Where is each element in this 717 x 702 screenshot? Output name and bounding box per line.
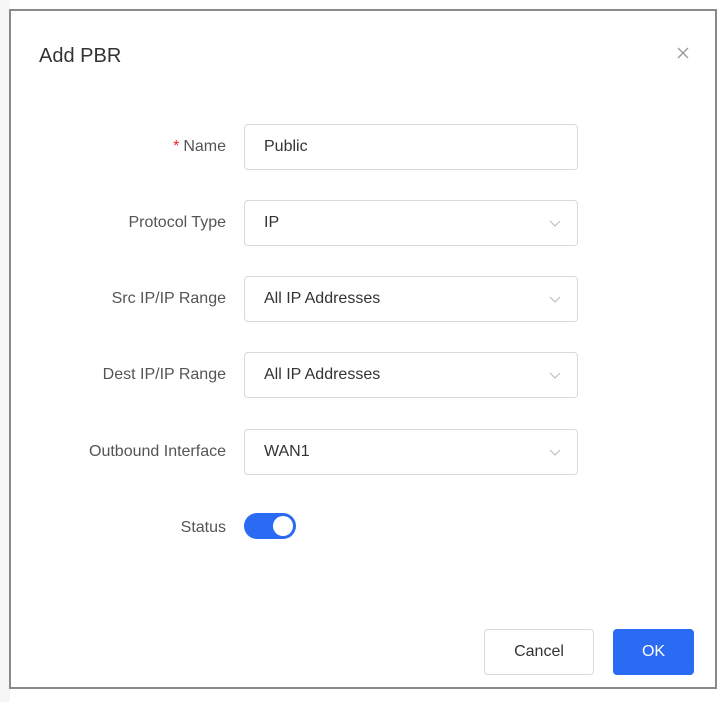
- form-row-protocol-type: Protocol Type IP: [11, 200, 715, 246]
- protocol-type-label: Protocol Type: [128, 214, 226, 231]
- form-row-dest-ip: Dest IP/IP Range All IP Addresses: [11, 352, 715, 398]
- name-label-text: Name: [183, 138, 226, 155]
- required-mark: *: [173, 138, 180, 155]
- add-pbr-dialog: Add PBR *Name Protocol Type IP Src IP/IP…: [9, 9, 717, 689]
- name-input[interactable]: [244, 124, 578, 170]
- ok-button[interactable]: OK: [613, 629, 694, 675]
- protocol-type-select[interactable]: IP: [244, 200, 578, 246]
- form-row-status: Status: [11, 505, 715, 551]
- form-row-src-ip: Src IP/IP Range All IP Addresses: [11, 276, 715, 322]
- dest-ip-label: Dest IP/IP Range: [102, 366, 226, 383]
- outbound-interface-label: Outbound Interface: [89, 443, 226, 460]
- src-ip-select[interactable]: All IP Addresses: [244, 276, 578, 322]
- outbound-interface-value: WAN1: [264, 443, 310, 460]
- name-label: * Name: [173, 124, 226, 170]
- chevron-down-icon: [549, 220, 561, 227]
- src-ip-label: Src IP/IP Range: [111, 290, 226, 307]
- chevron-down-icon: [549, 372, 561, 379]
- toggle-knob: [273, 516, 293, 536]
- chevron-down-icon: [549, 296, 561, 303]
- status-toggle[interactable]: [244, 513, 296, 539]
- outbound-interface-select[interactable]: WAN1: [244, 429, 578, 475]
- dialog-title: Add PBR: [39, 45, 122, 67]
- status-label: Status: [180, 519, 226, 536]
- close-icon[interactable]: [675, 45, 691, 61]
- src-ip-value: All IP Addresses: [264, 290, 381, 307]
- form-row-name: * Name: [11, 124, 715, 170]
- chevron-down-icon: [549, 449, 561, 456]
- dest-ip-value: All IP Addresses: [264, 366, 381, 383]
- form-row-outbound-interface: Outbound Interface WAN1: [11, 429, 715, 475]
- cancel-button[interactable]: Cancel: [484, 629, 594, 675]
- dest-ip-select[interactable]: All IP Addresses: [244, 352, 578, 398]
- protocol-type-value: IP: [264, 214, 280, 231]
